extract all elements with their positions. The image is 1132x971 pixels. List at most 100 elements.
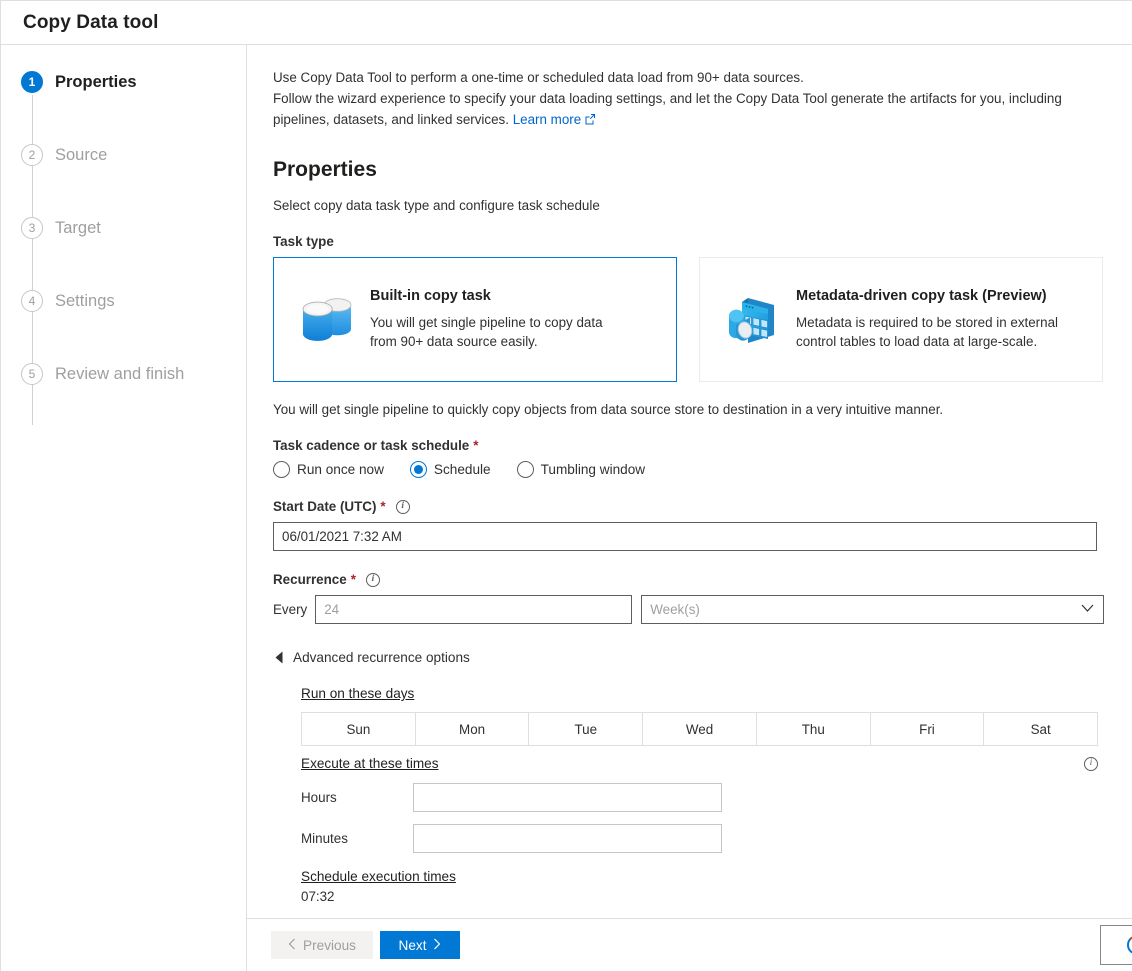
execute-at-these-times-label: Execute at these times (301, 756, 439, 771)
sidebar-item-source[interactable]: 2 Source (1, 140, 246, 170)
step-number-4: 4 (21, 290, 43, 312)
task-type-card-builtin-text: Built-in copy task You will get single p… (364, 288, 632, 351)
previous-button[interactable]: Previous (271, 931, 373, 959)
step-number-2: 2 (21, 144, 43, 166)
schedule-execution-times-value: 07:32 (301, 889, 335, 904)
sidebar-item-label: Properties (55, 72, 137, 91)
step-number-3: 3 (21, 217, 43, 239)
info-icon[interactable]: i (395, 499, 410, 514)
info-icon[interactable]: i (1084, 756, 1098, 771)
day-cell-wed[interactable]: Wed (642, 712, 756, 746)
intro-paragraph: Use Copy Data Tool to perform a one-time… (273, 67, 1104, 131)
hours-input[interactable] (413, 783, 722, 812)
step-number-5: 5 (21, 363, 43, 385)
database-copy-icon (290, 292, 364, 348)
chevron-down-icon (1081, 604, 1094, 616)
radio-label: Run once now (297, 462, 384, 477)
task-type-label-text: Task type (273, 234, 334, 249)
task-type-card-title: Metadata-driven copy task (Preview) (796, 288, 1047, 304)
external-link-icon[interactable] (584, 110, 596, 131)
start-date-input[interactable]: 06/01/2021 7:32 AM (273, 522, 1097, 551)
schedule-execution-times-label: Schedule execution times (301, 869, 456, 884)
run-on-these-days-label: Run on these days (301, 686, 415, 701)
intro-line-2: Follow the wizard experience to specify … (273, 91, 1062, 106)
main-content: Use Copy Data Tool to perform a one-time… (247, 45, 1132, 971)
day-cell-sun[interactable]: Sun (301, 712, 415, 746)
intro-line-3: pipelines, datasets, and linked services… (273, 112, 509, 127)
minutes-row: Minutes (301, 824, 1104, 853)
day-cell-tue[interactable]: Tue (528, 712, 643, 746)
sidebar-item-label: Settings (55, 291, 115, 310)
radio-schedule[interactable]: Schedule (409, 461, 491, 478)
copy-data-tool-window: Copy Data tool 1 Properties 2 Source 3 T… (0, 0, 1132, 971)
task-type-card-title: Built-in copy task (370, 288, 491, 304)
recurrence-unit-select[interactable]: Week(s) (641, 595, 1104, 624)
wizard-footer: Previous Next (247, 918, 1132, 971)
page-title: Properties (273, 158, 377, 181)
hours-label: Hours (301, 790, 337, 805)
info-icon[interactable]: i (365, 572, 380, 587)
learn-more-link[interactable]: Learn more (513, 112, 581, 127)
metadata-table-icon (716, 291, 790, 349)
recurrence-row: Every 24 Week(s) (273, 595, 1104, 624)
cadence-radio-group: Run once now Schedule Tumbling window (273, 461, 1104, 478)
advanced-recurrence-toggle[interactable]: Advanced recurrence options (273, 650, 1104, 665)
task-type-card-desc: Metadata is required to be stored in ext… (796, 315, 1059, 349)
recurrence-required-marker: * (350, 572, 356, 587)
wizard-sidebar: 1 Properties 2 Source 3 Target 4 Setting… (1, 45, 247, 971)
sidebar-item-settings[interactable]: 4 Settings (1, 286, 246, 316)
recurrence-unit-value: Week(s) (650, 602, 700, 617)
day-cell-sat[interactable]: Sat (983, 712, 1099, 746)
recurrence-label: Recurrence * i (273, 572, 1104, 587)
day-cell-mon[interactable]: Mon (414, 712, 529, 746)
chevron-left-icon (288, 938, 296, 953)
chevron-right-icon (433, 938, 441, 953)
recurrence-label-text: Recurrence (273, 572, 347, 587)
start-date-label-text: Start Date (UTC) (273, 499, 377, 514)
next-button-label: Next (398, 937, 427, 953)
task-type-cards: Built-in copy task You will get single p… (273, 257, 1104, 382)
radio-run-once-now[interactable]: Run once now (273, 461, 384, 478)
cadence-label: Task cadence or task schedule * (273, 438, 1104, 453)
start-date-required-marker: * (380, 499, 386, 514)
task-type-card-builtin[interactable]: Built-in copy task You will get single p… (273, 257, 677, 382)
sidebar-item-label: Target (55, 218, 101, 237)
task-type-card-metadata-driven[interactable]: Metadata-driven copy task (Preview) Meta… (699, 257, 1103, 382)
minutes-label: Minutes (301, 831, 348, 846)
hours-row: Hours (301, 783, 1104, 812)
offscreen-widget[interactable] (1100, 925, 1132, 965)
sidebar-item-label: Source (55, 145, 108, 164)
day-cell-fri[interactable]: Fri (869, 712, 984, 746)
start-date-label: Start Date (UTC) * i (273, 499, 1104, 514)
sidebar-item-target[interactable]: 3 Target (1, 213, 246, 243)
advanced-recurrence-panel: Run on these days Sun Mon Tue Wed Thu Fr… (273, 665, 1104, 945)
every-label: Every (273, 602, 308, 617)
recurrence-interval-input[interactable]: 24 (315, 595, 633, 624)
start-date-value: 06/01/2021 7:32 AM (282, 529, 402, 544)
sidebar-item-label: Review and finish (55, 364, 185, 383)
cadence-required-marker: * (473, 438, 479, 453)
intro-line-1: Use Copy Data Tool to perform a one-time… (273, 70, 804, 85)
previous-button-label: Previous (303, 937, 356, 953)
window-body: 1 Properties 2 Source 3 Target 4 Setting… (1, 45, 1132, 971)
advanced-recurrence-label: Advanced recurrence options (293, 650, 470, 665)
sidebar-item-properties[interactable]: 1 Properties (1, 67, 246, 97)
execute-times-header-row: Execute at these times i (301, 746, 1098, 771)
step-number-1: 1 (21, 71, 43, 93)
radio-label: Schedule (433, 462, 491, 477)
sidebar-item-review-and-finish[interactable]: 5 Review and finish (1, 359, 246, 389)
window-titlebar: Copy Data tool (1, 1, 1132, 45)
radio-tumbling-window[interactable]: Tumbling window (516, 461, 645, 478)
page-subtitle: Select copy data task type and configure… (273, 198, 600, 213)
triangle-expanded-icon (275, 651, 283, 664)
task-type-card-desc: You will get single pipeline to copy dat… (370, 315, 603, 349)
minutes-input[interactable] (413, 824, 722, 853)
recurrence-interval-value: 24 (324, 602, 340, 617)
day-cell-thu[interactable]: Thu (755, 712, 870, 746)
task-type-note: You will get single pipeline to quickly … (273, 402, 944, 417)
next-button[interactable]: Next (380, 931, 460, 959)
days-of-week-selector: Sun Mon Tue Wed Thu Fri Sat (301, 712, 1099, 746)
task-type-card-metadata-text: Metadata-driven copy task (Preview) Meta… (790, 288, 1058, 351)
radio-indicator (516, 461, 534, 478)
task-type-label: Task type (273, 234, 1104, 249)
